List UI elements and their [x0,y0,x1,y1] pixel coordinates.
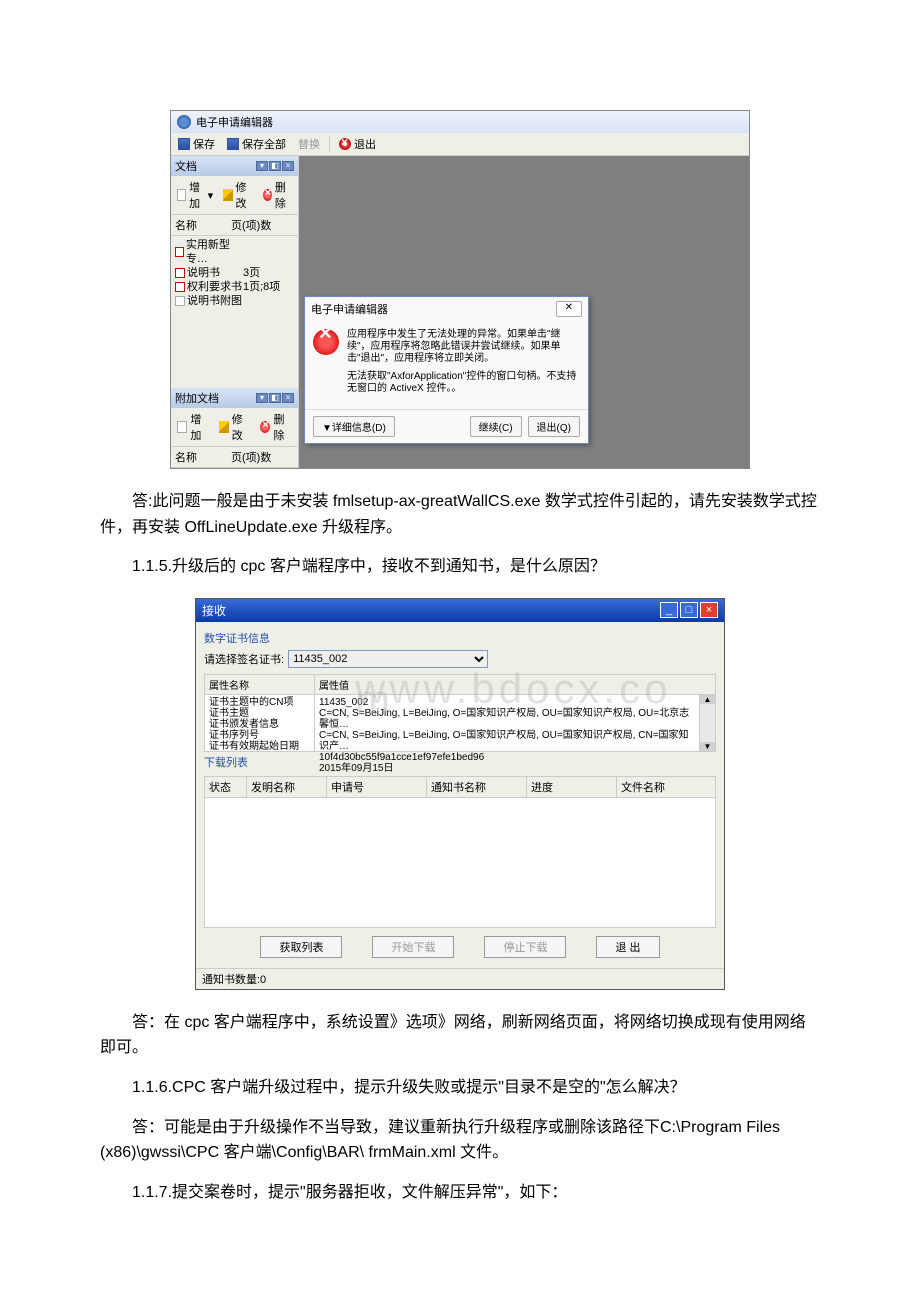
cert-section-header: 数字证书信息 [204,630,716,646]
continue-button[interactable]: 继续(C) [470,416,522,437]
exit-icon [339,138,351,150]
panel-pin-icon[interactable]: ▾ [256,161,268,171]
tree-row[interactable]: 权利要求书1页;8项 [175,280,294,294]
edit-attach-button[interactable]: 修改 [216,410,254,444]
document-body: 答:此问题一般是由于未安装 fmlsetup-ax-greatWallCS.ex… [100,489,820,580]
paragraph: 1.1.5.升级后的 cpc 客户端程序中，接收不到通知书，是什么原因？ [100,554,820,580]
save-button[interactable]: 保存 [175,135,218,153]
doc-icon [175,296,185,306]
docs-panel-header: 文档 ▾◧× [171,156,298,176]
edit-icon [219,421,229,433]
doc-icon [177,189,186,201]
error-icon [313,329,339,355]
receive-window: 接收 _ □ × 数字证书信息 请选择签名证书: 11435_002 属性名称 … [195,598,725,990]
scroll-up-icon[interactable]: ▲ [700,695,715,704]
editor-window: 电子申请编辑器 保存 保存全部 替换 退出 文档 ▾◧× 增加 ▾ 修改 删除 … [170,110,750,469]
maximize-button[interactable]: □ [680,602,698,618]
status-bar: 通知书数量:0 [196,968,724,989]
delete-icon [263,189,272,201]
tree-row[interactable]: 说明书附图 [175,294,294,308]
minimize-button[interactable]: _ [660,602,678,618]
error-message: 应用程序中发生了无法处理的异常。如果单击"继续"，应用程序将忽略此错误并尝试继续… [347,329,580,401]
app-icon [177,115,191,129]
download-columns: 状态 发明名称 申请号 通知书名称 进度 文件名称 [204,776,716,798]
scrollbar[interactable]: ▲▼ [699,695,715,751]
receive-titlebar: 接收 _ □ × [196,599,724,622]
xml-icon [175,268,185,278]
editor-toolbar: 保存 保存全部 替换 退出 [171,133,749,156]
delete-doc-button[interactable]: 删除 [260,178,295,212]
docs-columns: 名称 页(项)数 [171,215,298,236]
save-all-button[interactable]: 保存全部 [224,135,289,153]
panel-dock-icon[interactable]: ◧ [269,393,281,403]
stop-download-button: 停止下载 [484,936,566,958]
edit-doc-button[interactable]: 修改 [220,178,255,212]
sidebar: 文档 ▾◧× 增加 ▾ 修改 删除 名称 页(项)数 实用新型专… 说明书3页 … [171,156,299,468]
editor-titlebar: 电子申请编辑器 [171,111,749,133]
cert-label: 请选择签名证书: [204,651,284,667]
panel-pin-icon[interactable]: ▾ [256,393,268,403]
paragraph: 1.1.7.提交案卷时，提示"服务器拒收，文件解压异常"，如下： [100,1180,820,1206]
cert-properties-table: 属性名称 属性值 证书主题中的CN项 证书主题 证书颁发者信息 证书序列号 证书… [204,674,716,752]
download-buttons: 获取列表 开始下载 停止下载 退 出 [204,928,716,966]
error-dialog-header: 电子申请编辑器 ✕ [305,297,588,321]
save-all-icon [227,138,239,150]
quit-button[interactable]: 退出(Q) [528,416,580,437]
cert-select[interactable]: 11435_002 [288,650,488,668]
paragraph: 答：可能是由于升级操作不当导致，建议重新执行升级程序或删除该路径下C:\Prog… [100,1115,820,1166]
tree-row[interactable]: 实用新型专… [175,238,294,266]
replace-button: 替换 [295,135,323,153]
paragraph: 答：在 cpc 客户端程序中，系统设置》选项》网络，刷新网络页面，将网络切换成现… [100,1010,820,1061]
save-icon [178,138,190,150]
attach-columns: 名称 页(项)数 [171,447,298,468]
panel-close-icon[interactable]: × [282,161,294,171]
dialog-close-button[interactable]: ✕ [556,301,582,317]
paragraph: 1.1.6.CPC 客户端升级过程中，提示升级失败或提示"目录不是空的"怎么解决… [100,1075,820,1101]
prop-names: 证书主题中的CN项 证书主题 证书颁发者信息 证书序列号 证书有效期起始日期 [205,695,315,751]
download-list: 状态 发明名称 申请号 通知书名称 进度 文件名称 [204,776,716,928]
document-body: 答：在 cpc 客户端程序中，系统设置》选项》网络，刷新网络页面，将网络切换成现… [100,1010,820,1206]
edit-icon [223,189,232,201]
col-prop-value: 属性值 [315,675,715,694]
docs-panel-toolbar: 增加 ▾ 修改 删除 [171,176,298,215]
tree-row[interactable]: 说明书3页 [175,266,294,280]
docs-tree[interactable]: 实用新型专… 说明书3页 权利要求书1页;8项 说明书附图 [171,236,298,310]
cert-selector-row: 请选择签名证书: 11435_002 [204,650,716,668]
prop-values: www.bdocx.com 11435_002 C=CN, S=BeiJing,… [315,695,699,751]
paragraph: 答:此问题一般是由于未安装 fmlsetup-ax-greatWallCS.ex… [100,489,820,540]
get-list-button[interactable]: 获取列表 [260,936,342,958]
xml-icon [175,247,184,257]
start-download-button: 开始下载 [372,936,454,958]
editor-canvas: 电子申请编辑器 ✕ 应用程序中发生了无法处理的异常。如果单击"继续"，应用程序将… [299,156,749,468]
attach-panel-header: 附加文档 ▾◧× [171,388,298,408]
delete-icon [260,421,270,433]
xml-icon [175,282,185,292]
exit-button[interactable]: 退 出 [596,936,659,958]
col-prop-name: 属性名称 [205,675,315,694]
panel-close-icon[interactable]: × [282,393,294,403]
doc-icon [177,421,187,433]
editor-title: 电子申请编辑器 [196,114,273,130]
exit-button[interactable]: 退出 [336,135,379,153]
panel-dock-icon[interactable]: ◧ [269,161,281,171]
scroll-down-icon[interactable]: ▼ [700,742,715,751]
add-doc-button[interactable]: 增加 ▾ [174,178,216,212]
error-dialog: 电子申请编辑器 ✕ 应用程序中发生了无法处理的异常。如果单击"继续"，应用程序将… [304,296,589,444]
download-list-body [204,798,716,928]
delete-attach-button[interactable]: 删除 [257,410,295,444]
close-button[interactable]: × [700,602,718,618]
details-button[interactable]: ▼详细信息(D) [313,416,395,437]
add-attach-button[interactable]: 增加 [174,410,212,444]
attach-panel-toolbar: 增加 修改 删除 [171,408,298,447]
